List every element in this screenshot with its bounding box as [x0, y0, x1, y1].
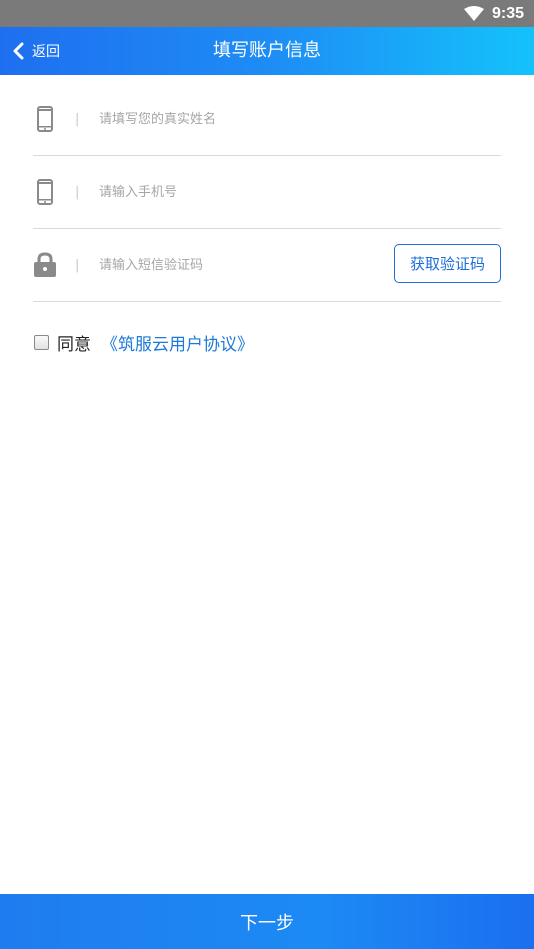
- separator: |: [75, 111, 80, 127]
- wifi-icon: [463, 5, 484, 22]
- agreement: 同意 《筑服云用户协议》: [34, 330, 254, 355]
- status-time: 9:35: [491, 4, 524, 22]
- back-button[interactable]: 返回: [12, 27, 60, 75]
- real-name-input[interactable]: [99, 104, 501, 134]
- page-title: 填写账户信息: [213, 40, 321, 61]
- lock-icon: [33, 252, 57, 278]
- account-form: | | |: [33, 83, 501, 302]
- get-code-button[interactable]: 获取验证码: [394, 244, 501, 283]
- nav-bar: 返回 填写账户信息: [0, 27, 534, 75]
- separator: |: [75, 184, 80, 200]
- next-step-button[interactable]: 下一步: [0, 894, 534, 949]
- sms-code-row: | 获取验证码: [33, 229, 501, 302]
- chevron-left-icon: [12, 42, 24, 60]
- phone-input[interactable]: [99, 177, 501, 207]
- separator: |: [75, 257, 80, 273]
- agree-checkbox[interactable]: [34, 334, 49, 350]
- status-bar: 9:35: [0, 0, 534, 27]
- user-agreement-link[interactable]: 《筑服云用户协议》: [101, 330, 254, 355]
- phone-icon: [33, 106, 57, 132]
- phone-row: |: [33, 156, 501, 229]
- agree-text: 同意: [57, 334, 91, 355]
- back-label: 返回: [32, 44, 60, 60]
- name-row: |: [33, 83, 501, 156]
- phone-icon: [33, 179, 57, 205]
- screen: 9:35 返回 填写账户信息 | 请填写您的真实姓名 | 请输入手机号 | 请输…: [0, 0, 534, 949]
